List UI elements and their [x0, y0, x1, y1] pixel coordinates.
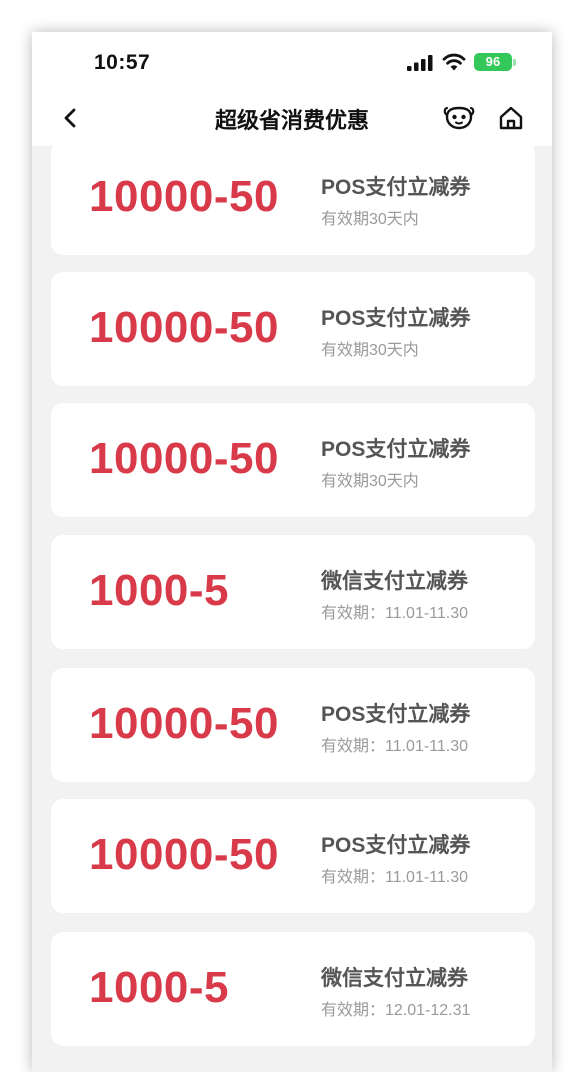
- battery-icon: 96: [474, 53, 512, 71]
- nav-bar: 超级省消费优惠: [32, 90, 552, 146]
- coupon-card[interactable]: 10000-50 POS支付立减券 有效期30天内: [51, 403, 535, 517]
- phone-screen: 10:57 96 超级省消费优惠 10000-50 POS支付立减券 有效期30…: [32, 32, 552, 1072]
- coupon-list[interactable]: 10000-50 POS支付立减券 有效期30天内 10000-50 POS支付…: [32, 146, 552, 1072]
- coupon-name: POS支付立减券: [321, 703, 471, 726]
- coupon-card[interactable]: 10000-50 POS支付立减券 有效期：11.01-11.30: [51, 668, 535, 782]
- coupon-name: POS支付立减券: [321, 438, 471, 461]
- coupon-validity: 有效期：12.01-12.31: [321, 1002, 471, 1019]
- coupon-name: 微信支付立减券: [321, 967, 468, 990]
- coupon-name: 微信支付立减券: [321, 570, 468, 593]
- status-time: 10:57: [94, 51, 151, 74]
- coupon-amount: 10000-50: [89, 303, 279, 352]
- coupon-validity: 有效期30天内: [321, 473, 419, 490]
- coupon-amount: 10000-50: [89, 699, 279, 748]
- battery-level: 96: [485, 54, 501, 69]
- coupon-name: POS支付立减券: [321, 176, 471, 199]
- coupon-amount: 10000-50: [89, 172, 279, 221]
- home-icon: [499, 106, 523, 130]
- coupon-validity: 有效期30天内: [321, 211, 419, 228]
- signal-icon: [407, 55, 433, 71]
- coupon-amount: 1000-5: [89, 963, 230, 1012]
- coupon-amount: 1000-5: [89, 566, 230, 615]
- back-button[interactable]: [56, 104, 84, 132]
- coupon-validity: 有效期：11.01-11.30: [321, 869, 469, 886]
- coupon-amount: 10000-50: [89, 434, 279, 483]
- page-title: 超级省消费优惠: [214, 108, 369, 133]
- mini-program-button[interactable]: [442, 102, 476, 134]
- back-icon: [64, 108, 76, 128]
- battery-tip: [513, 59, 516, 66]
- status-bar: 10:57 96: [32, 32, 552, 90]
- coupon-validity: 有效期：11.01-11.30: [321, 605, 469, 622]
- coupon-name: POS支付立减券: [321, 307, 471, 330]
- home-button[interactable]: [494, 102, 528, 134]
- coupon-card[interactable]: 10000-50 POS支付立减券 有效期：11.01-11.30: [51, 799, 535, 913]
- mini-program-icon: [443, 106, 475, 130]
- coupon-card[interactable]: 10000-50 POS支付立减券 有效期30天内: [51, 272, 535, 386]
- coupon-card[interactable]: 1000-5 微信支付立减券 有效期：11.01-11.30: [51, 535, 535, 649]
- coupon-amount: 10000-50: [89, 830, 279, 879]
- coupon-validity: 有效期30天内: [321, 342, 419, 359]
- wifi-icon: [442, 53, 466, 71]
- coupon-card[interactable]: 10000-50 POS支付立减券 有效期30天内: [51, 146, 535, 255]
- coupon-name: POS支付立减券: [321, 834, 471, 857]
- coupon-card[interactable]: 1000-5 微信支付立减券 有效期：12.01-12.31: [51, 932, 535, 1046]
- coupon-validity: 有效期：11.01-11.30: [321, 738, 469, 755]
